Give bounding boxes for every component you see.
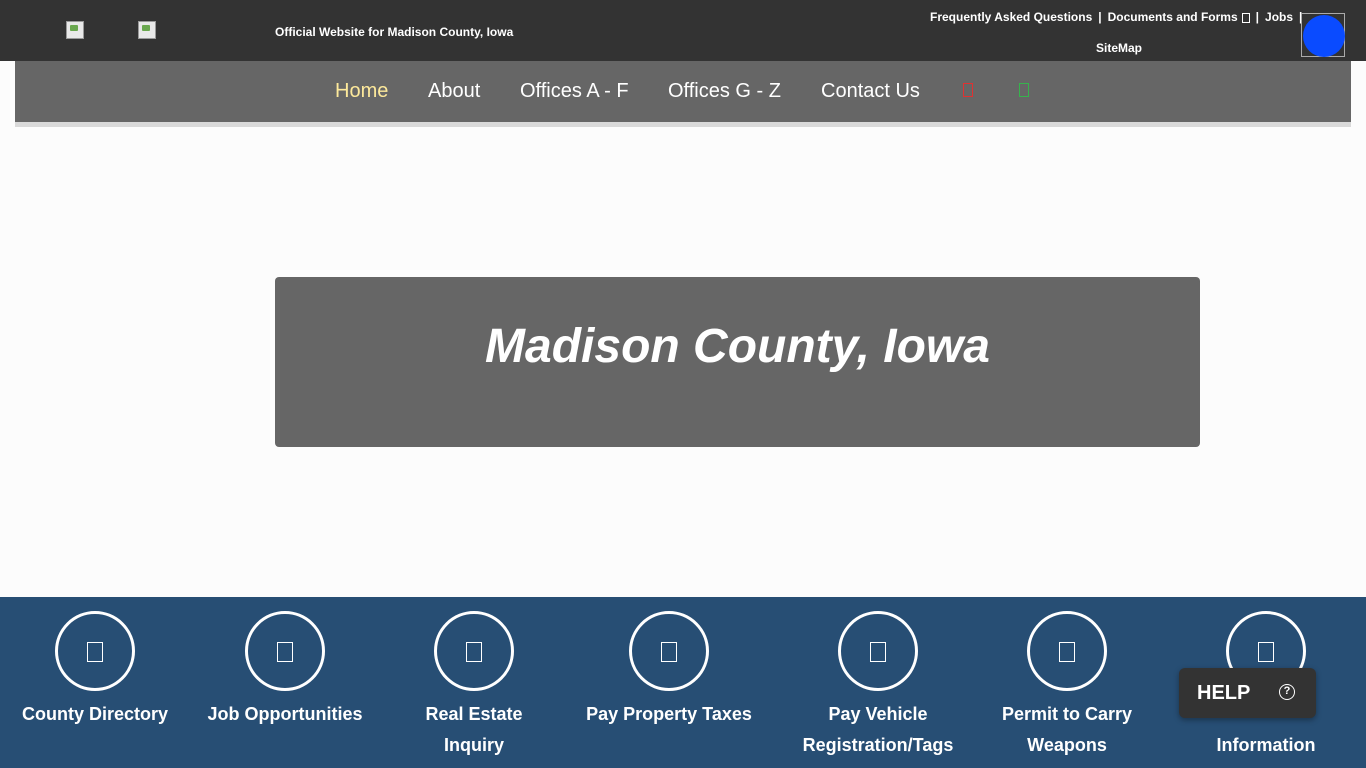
question-icon: ? bbox=[1279, 684, 1295, 700]
quick-link-label: Pay Vehicle Registration/Tags bbox=[802, 704, 954, 755]
quick-link-label: Pay Property Taxes bbox=[586, 704, 752, 724]
quick-link-label: Information bbox=[1216, 735, 1316, 755]
quick-link-job-opportunities[interactable]: Job Opportunities bbox=[185, 611, 385, 730]
red-icon[interactable] bbox=[963, 83, 973, 97]
quick-link-label: Real Estate Inquiry bbox=[425, 704, 523, 755]
nav-offices-g-z[interactable]: Offices G - Z bbox=[668, 80, 781, 103]
quick-link-pay-property-taxes[interactable]: Pay Property Taxes bbox=[569, 611, 769, 730]
county-logo-image[interactable] bbox=[66, 21, 84, 39]
house-icon bbox=[434, 611, 514, 691]
help-label: HELP bbox=[1197, 682, 1251, 704]
top-bar: Official Website for Madison County, Iow… bbox=[0, 0, 1366, 61]
green-icon[interactable] bbox=[1019, 83, 1029, 97]
page-title: Madison County, Iowa bbox=[485, 320, 990, 373]
accessibility-icon bbox=[1303, 15, 1345, 57]
quick-link-label: County Directory bbox=[21, 704, 169, 724]
utility-links: Frequently Asked Questions | Documents and… bbox=[930, 10, 1303, 24]
sitemap-link[interactable]: SiteMap bbox=[1096, 41, 1142, 55]
quick-link-label: Permit to Carry Weapons bbox=[1001, 704, 1133, 755]
official-website-text: Official Website for Madison County, Iow… bbox=[275, 25, 514, 39]
external-link-icon bbox=[1241, 12, 1250, 23]
quick-link-real-estate-inquiry[interactable]: Real Estate Inquiry bbox=[399, 611, 549, 761]
nav-contact-us[interactable]: Contact Us bbox=[821, 80, 920, 103]
main-navigation: Home About Offices A - F Offices G - Z C… bbox=[15, 61, 1351, 127]
car-icon bbox=[838, 611, 918, 691]
quick-link-county-directory[interactable]: County Directory bbox=[0, 611, 195, 730]
hero-banner: Madison County, Iowa bbox=[275, 277, 1200, 447]
permit-icon bbox=[1027, 611, 1107, 691]
secondary-logo-image[interactable] bbox=[138, 21, 156, 39]
nav-about[interactable]: About bbox=[428, 80, 480, 103]
nav-home[interactable]: Home bbox=[335, 80, 388, 103]
quick-link-permit-to-carry[interactable]: Permit to Carry Weapons bbox=[992, 611, 1142, 761]
faq-link[interactable]: Frequently Asked Questions bbox=[930, 10, 1092, 24]
quick-link-pay-vehicle-registration[interactable]: Pay Vehicle Registration/Tags bbox=[778, 611, 978, 761]
accessibility-button[interactable] bbox=[1301, 13, 1345, 57]
help-widget-button[interactable]: HELP ? bbox=[1179, 668, 1316, 718]
quick-links-bar: County Directory Job Opportunities Real … bbox=[0, 597, 1366, 768]
directory-icon bbox=[55, 611, 135, 691]
dollar-icon bbox=[629, 611, 709, 691]
briefcase-icon bbox=[245, 611, 325, 691]
jobs-link[interactable]: Jobs bbox=[1265, 10, 1293, 24]
quick-link-label: Job Opportunities bbox=[207, 704, 363, 724]
documents-forms-link[interactable]: Documents and Forms bbox=[1108, 10, 1238, 24]
nav-offices-a-f[interactable]: Offices A - F bbox=[520, 80, 629, 103]
